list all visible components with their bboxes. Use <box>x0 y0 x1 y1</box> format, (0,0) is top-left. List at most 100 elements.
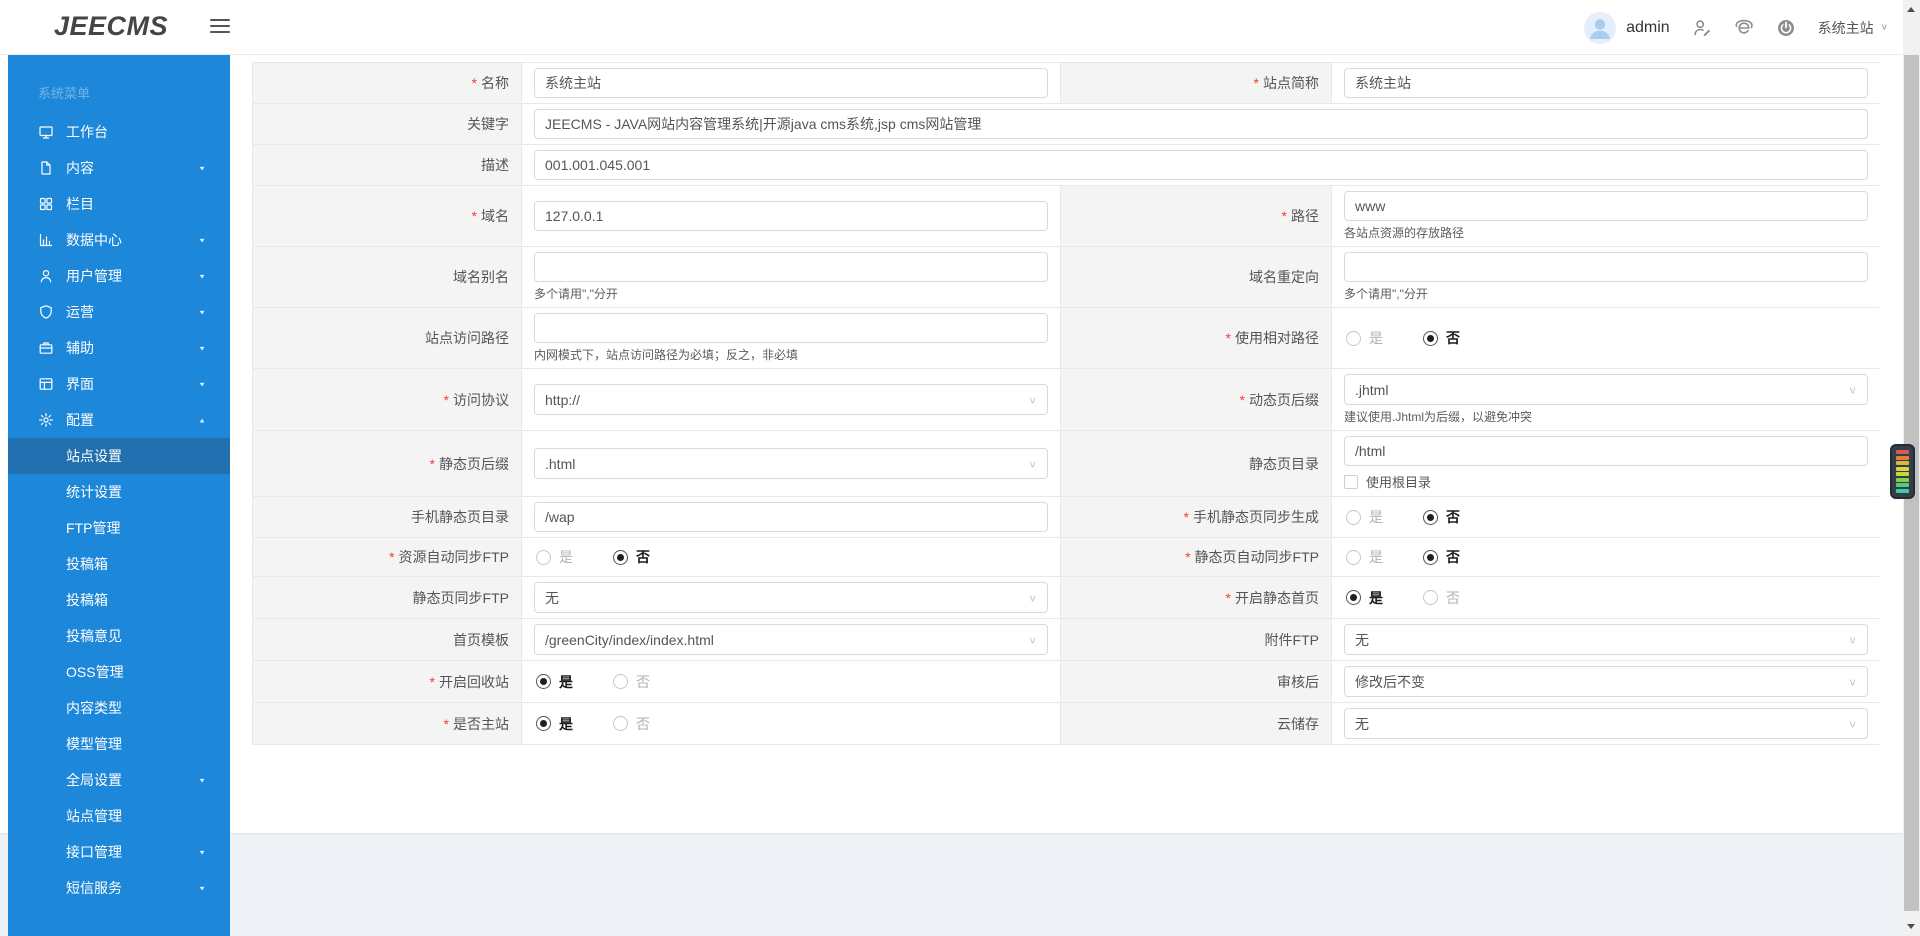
required-mark: * <box>1225 589 1231 606</box>
sidebar-subitem-label: 短信服务 <box>66 880 122 896</box>
scroll-heatmap-marker[interactable] <box>1890 444 1915 499</box>
browser-icon[interactable] <box>1734 18 1754 38</box>
radio-option[interactable]: 否 <box>613 672 650 692</box>
form-row: 域名别名 多个请用","分开 域名重定向 多个请用","分开 <box>253 247 1880 308</box>
sidebar-subitem[interactable]: 短信服务 ▼ <box>8 870 230 906</box>
select-box[interactable]: 无 ∨ <box>534 582 1048 613</box>
user-menu[interactable]: admin <box>1584 11 1670 44</box>
sidebar-subitem[interactable]: 全局设置 ▼ <box>8 762 230 798</box>
briefcase-icon <box>38 340 54 356</box>
sidebar-subitem[interactable]: OSS管理 <box>8 654 230 690</box>
form-label-text: 是否主站 <box>453 715 509 732</box>
radio-option[interactable]: 是 <box>536 714 573 734</box>
text-input[interactable] <box>534 201 1048 231</box>
text-input[interactable] <box>534 150 1868 180</box>
sidebar-subitem[interactable]: 内容类型 <box>8 690 230 726</box>
sidebar-item[interactable]: 工作台 <box>8 114 230 150</box>
chevron-down-icon: ▼ <box>198 308 206 316</box>
chevron-down-icon: ▼ <box>198 236 206 244</box>
select-value: /greenCity/index/index.html <box>545 631 714 648</box>
text-input[interactable] <box>1344 191 1868 221</box>
text-input[interactable] <box>534 252 1048 282</box>
sidebar-subitem[interactable]: 统计设置 <box>8 474 230 510</box>
sidebar-item[interactable]: 用户管理 ▼ <box>8 258 230 294</box>
text-input[interactable] <box>534 502 1048 532</box>
select-box[interactable]: .html ∨ <box>534 448 1048 479</box>
radio-option[interactable]: 是 <box>1346 547 1383 567</box>
radio-option[interactable]: 否 <box>1423 547 1460 567</box>
sidebar-subitem[interactable]: 投稿意见 <box>8 618 230 654</box>
form-label-text: 动态页后缀 <box>1249 391 1319 408</box>
form-label-text: 名称 <box>481 75 509 91</box>
form-label-text: 静态页同步FTP <box>412 589 509 606</box>
sidebar-item[interactable]: 数据中心 ▼ <box>8 222 230 258</box>
select-value: 无 <box>545 589 559 606</box>
radio-label: 是 <box>1369 589 1383 606</box>
text-input[interactable] <box>1344 436 1868 466</box>
sidebar-item[interactable]: 运营 ▼ <box>8 294 230 330</box>
radio-option[interactable]: 是 <box>536 672 573 692</box>
sidebar-subitem[interactable]: FTP管理 <box>8 510 230 546</box>
user-edit-icon[interactable] <box>1692 18 1712 38</box>
chevron-down-icon: ▼ <box>198 848 206 856</box>
text-input[interactable] <box>1344 252 1868 282</box>
chevron-down-icon: ∨ <box>1880 22 1888 33</box>
sidebar-item[interactable]: 栏目 <box>8 186 230 222</box>
radio-option[interactable]: 否 <box>1423 328 1460 348</box>
sidebar-item[interactable]: 内容 ▼ <box>8 150 230 186</box>
sidebar-item[interactable]: 配置 ▲ <box>8 402 230 438</box>
select-box[interactable]: 无 ∨ <box>1344 708 1868 739</box>
sidebar-subitem[interactable]: 投稿箱 <box>8 546 230 582</box>
radio-icon <box>1346 549 1361 565</box>
radio-option[interactable]: 是 <box>536 547 573 567</box>
required-mark: * <box>471 75 477 91</box>
text-input[interactable] <box>1344 68 1868 98</box>
radio-option[interactable]: 是 <box>1346 588 1383 608</box>
required-mark: * <box>1253 75 1259 91</box>
form-row: 关键字 <box>253 104 1880 145</box>
required-mark: * <box>429 673 435 690</box>
checkbox-label: 使用根目录 <box>1366 475 1432 490</box>
power-icon[interactable] <box>1776 18 1796 38</box>
form-label: * 资源自动同步FTP <box>253 538 522 576</box>
scroll-down-icon[interactable] <box>1907 924 1915 929</box>
sidebar-item[interactable]: 辅助 ▼ <box>8 330 230 366</box>
chevron-down-icon: ▼ <box>198 884 206 892</box>
sidebar-subitem[interactable]: 投稿箱 <box>8 582 230 618</box>
select-value: 无 <box>1355 631 1369 648</box>
required-mark: * <box>429 455 435 472</box>
radio-option[interactable]: 否 <box>613 714 650 734</box>
form-row: 站点访问路径 内网模式下，站点访问路径为必填；反之，非必填 * 使用相对路径是否 <box>253 308 1880 369</box>
select-box[interactable]: http:// ∨ <box>534 384 1048 415</box>
form-label: * 站点简称 <box>1061 63 1332 103</box>
form-field <box>522 145 1880 185</box>
checkbox[interactable]: 使用根目录 <box>1344 472 1868 491</box>
select-box[interactable]: .jhtml ∨ <box>1344 374 1868 405</box>
menu-toggle-icon[interactable] <box>210 19 230 37</box>
sidebar-subitem[interactable]: 站点设置 <box>8 438 230 474</box>
sidebar-subitem[interactable]: 模型管理 <box>8 726 230 762</box>
form-label: * 手机静态页同步生成 <box>1061 497 1332 537</box>
text-input[interactable] <box>534 109 1868 139</box>
radio-option[interactable]: 是 <box>1346 507 1383 527</box>
radio-option[interactable]: 否 <box>1423 507 1460 527</box>
form-label-text: 云储存 <box>1277 715 1319 732</box>
scroll-up-icon[interactable] <box>1907 7 1915 12</box>
select-box[interactable]: 修改后不变 ∨ <box>1344 666 1868 697</box>
radio-label: 否 <box>1446 549 1460 565</box>
radio-option[interactable]: 是 <box>1346 328 1383 348</box>
radio-option[interactable]: 否 <box>1423 588 1460 608</box>
sidebar-subitem[interactable]: 站点管理 <box>8 798 230 834</box>
sidebar-subitem[interactable]: 接口管理 ▼ <box>8 834 230 870</box>
radio-label: 是 <box>1369 549 1383 565</box>
text-input[interactable] <box>534 68 1048 98</box>
radio-icon <box>1346 509 1361 525</box>
select-box[interactable]: 无 ∨ <box>1344 624 1868 655</box>
avatar <box>1584 11 1617 44</box>
sidebar-item[interactable]: 界面 ▼ <box>8 366 230 402</box>
site-selector[interactable]: 系统主站 ∨ <box>1818 18 1888 38</box>
select-box[interactable]: /greenCity/index/index.html ∨ <box>534 624 1048 655</box>
radio-option[interactable]: 否 <box>613 547 650 567</box>
text-input[interactable] <box>534 313 1048 343</box>
form-field: 内网模式下，站点访问路径为必填；反之，非必填 <box>522 308 1061 368</box>
